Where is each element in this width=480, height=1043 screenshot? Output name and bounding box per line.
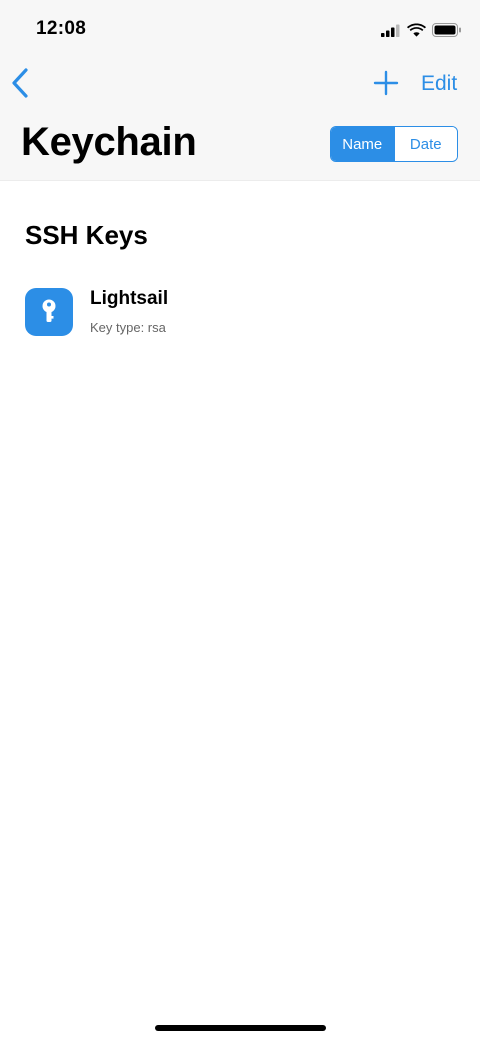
page-title: Keychain [21,120,197,164]
key-name: Lightsail [90,288,169,309]
back-button[interactable] [8,66,34,100]
battery-icon [432,23,461,37]
key-type: Key type: rsa [90,320,166,335]
navigation-header: 12:08 Edit Keychain Name Date [0,0,480,181]
sort-by-name-segment[interactable]: Name [331,127,394,161]
home-indicator [155,1025,326,1031]
section-title: SSH Keys [25,220,148,250]
cellular-signal-icon [381,24,400,37]
plus-icon [373,70,399,96]
sort-segmented-control: Name Date [330,126,458,162]
list-item[interactable]: Lightsail Key type: rsa [25,288,455,340]
key-icon [25,288,73,336]
sort-by-date-segment[interactable]: Date [393,127,457,161]
chevron-left-icon [12,68,28,98]
key-glyph-icon [42,299,56,322]
wifi-icon [407,23,426,37]
status-icons [381,22,462,38]
edit-button[interactable]: Edit [421,72,457,96]
add-key-button[interactable] [373,70,399,96]
status-time: 12:08 [36,18,87,39]
